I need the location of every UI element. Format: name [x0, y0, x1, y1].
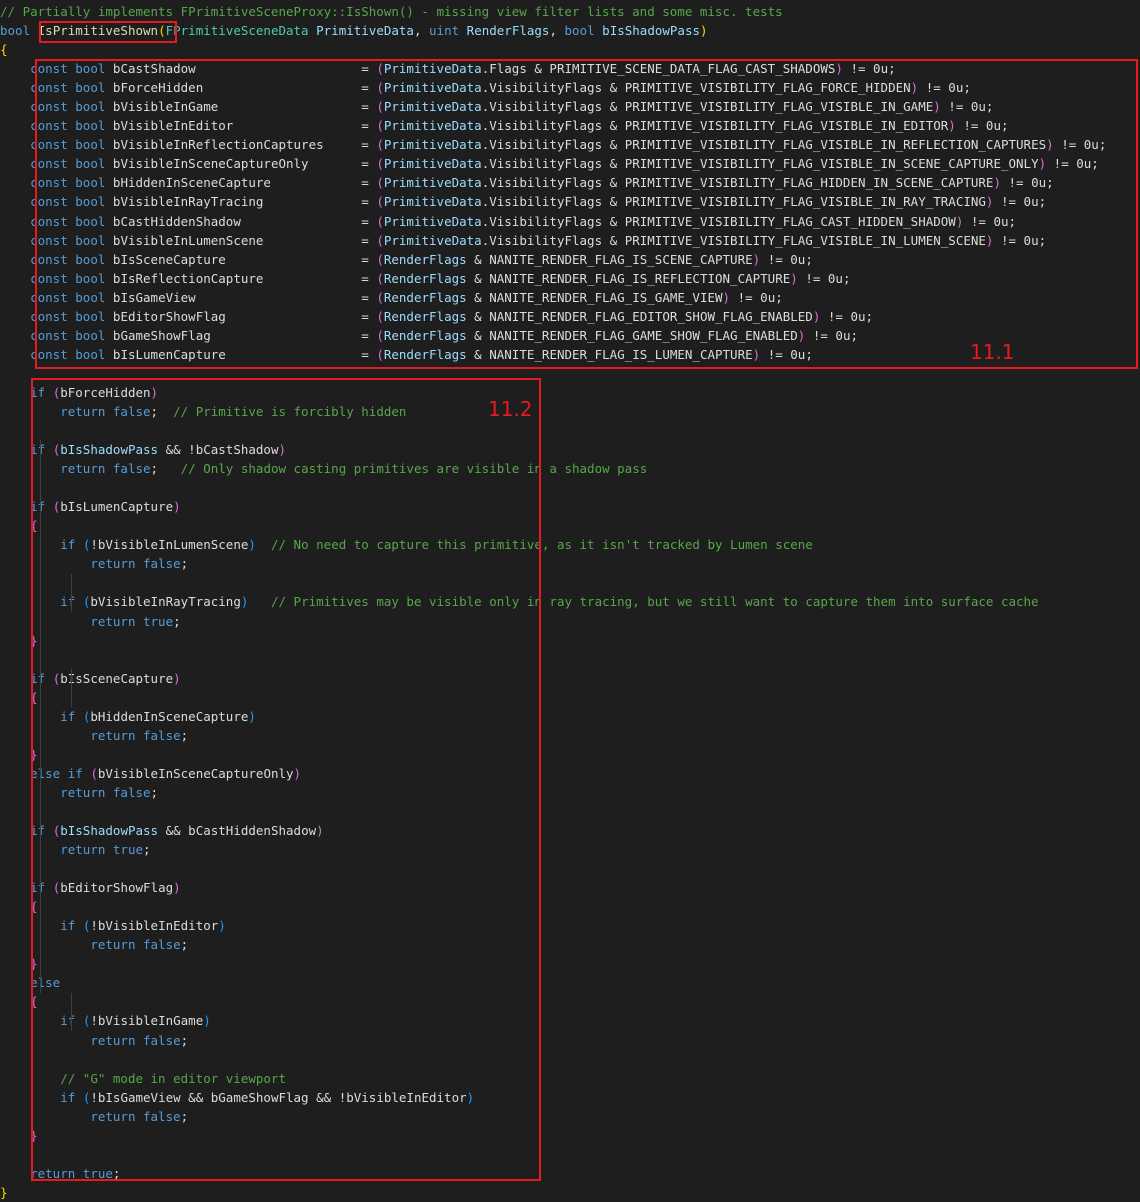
highlight-box-function-name	[39, 21, 177, 43]
indent-guide	[71, 992, 72, 1031]
annotation-label-11-2: 11.2	[488, 397, 533, 421]
indent-guide	[71, 573, 72, 612]
indent-guide	[40, 440, 41, 993]
annotation-label-11-1: 11.1	[970, 340, 1015, 364]
code-line-brace-close: }	[0, 1184, 8, 1200]
code-line-header-comment: // Partially implements FPrimitiveSceneP…	[0, 4, 783, 19]
indent-guide	[71, 668, 72, 707]
highlight-box-logic	[31, 378, 541, 1181]
highlight-box-declarations	[35, 59, 1138, 369]
